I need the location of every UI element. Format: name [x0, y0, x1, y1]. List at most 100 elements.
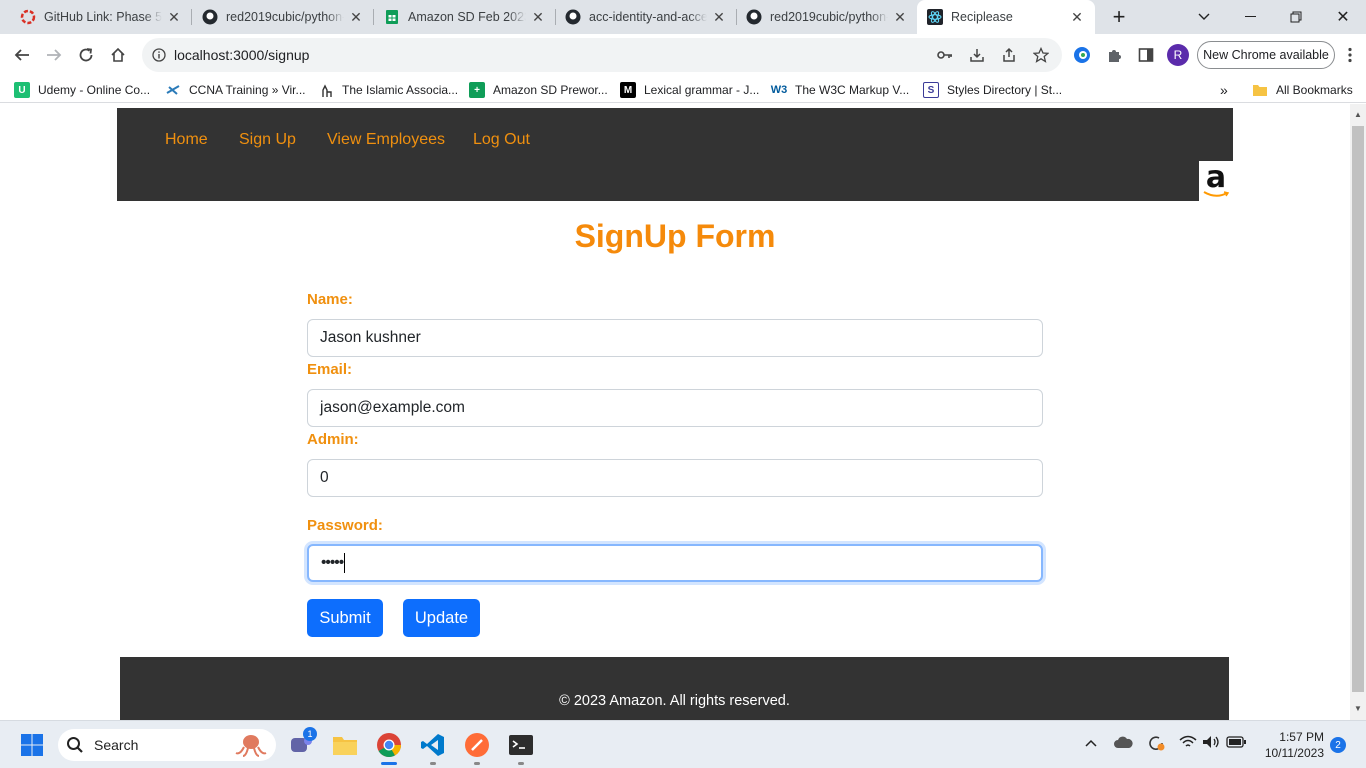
battery-icon[interactable] — [1226, 735, 1246, 751]
wifi-icon[interactable] — [1179, 735, 1197, 752]
profile-avatar[interactable]: R — [1162, 39, 1194, 71]
scroll-down-icon[interactable]: ▼ — [1354, 704, 1362, 713]
scrollbar-thumb[interactable] — [1352, 126, 1364, 692]
running-indicator — [474, 762, 480, 765]
nav-logout-link[interactable]: Log Out — [473, 131, 530, 149]
mdn-icon: M — [620, 82, 636, 98]
key-icon[interactable] — [932, 42, 958, 68]
more-bookmarks-chevron-icon[interactable]: » — [1220, 81, 1228, 99]
tab-5-active[interactable]: Reciplease ✕ — [917, 0, 1095, 34]
back-arrow-icon[interactable] — [6, 39, 38, 71]
clock-date: 10/11/2023 — [1264, 746, 1324, 760]
teams-badge: 1 — [303, 727, 317, 741]
teams-chat-icon[interactable]: 1 — [287, 727, 317, 759]
update-sync-icon[interactable] — [1147, 735, 1165, 754]
taskbar-search[interactable]: Search — [58, 729, 276, 761]
bookmark-w3c[interactable]: W3 The W3C Markup V... — [771, 81, 910, 99]
tab-title: Reciplease — [951, 10, 1013, 24]
vscode-icon[interactable] — [419, 731, 447, 765]
password-input[interactable]: ••••• — [307, 544, 1043, 582]
chrome-icon[interactable] — [375, 731, 403, 765]
close-icon[interactable]: ✕ — [348, 9, 364, 26]
bookmark-label: All Bookmarks — [1276, 83, 1353, 97]
onedrive-cloud-icon[interactable] — [1113, 735, 1133, 752]
circle-ring-icon — [20, 9, 36, 25]
close-icon[interactable]: ✕ — [530, 9, 546, 26]
system-clock[interactable]: 1:57 PM 10/11/2023 — [1262, 729, 1324, 761]
bookmark-label: Lexical grammar - J... — [644, 83, 760, 97]
update-button[interactable]: Update — [403, 599, 480, 637]
running-indicator — [430, 762, 436, 765]
forward-arrow-icon[interactable] — [38, 39, 70, 71]
bookmark-amazon-sd[interactable]: + Amazon SD Prewor... — [469, 81, 608, 99]
bookmark-label: Styles Directory | St... — [947, 83, 1063, 97]
bookmark-star-icon[interactable] — [1028, 42, 1054, 68]
bookmark-styles[interactable]: S Styles Directory | St... — [923, 81, 1062, 99]
menu-kebab-icon[interactable] — [1334, 39, 1366, 71]
extensions-puzzle-icon[interactable] — [1098, 39, 1130, 71]
tab-3[interactable]: acc-identity-and-acce ✕ — [557, 0, 735, 34]
tab-title: Amazon SD Feb 2023: — [408, 10, 526, 24]
reload-icon[interactable] — [70, 39, 102, 71]
admin-label: Admin: — [307, 431, 359, 448]
admin-value: 0 — [320, 469, 329, 486]
install-app-icon[interactable] — [964, 42, 990, 68]
window-close-icon[interactable]: ✕ — [1320, 0, 1366, 34]
new-tab-icon[interactable]: + — [1100, 0, 1138, 34]
url-text: localhost:3000/signup — [174, 47, 310, 63]
show-hidden-icons-chevron-icon[interactable] — [1084, 735, 1098, 751]
minimize-icon[interactable] — [1227, 0, 1273, 34]
close-icon[interactable]: ✕ — [166, 9, 182, 26]
terminal-icon[interactable] — [507, 731, 535, 765]
side-panel-icon[interactable] — [1130, 39, 1162, 71]
github-icon — [565, 9, 581, 25]
tab-strip: GitHub Link: Phase 5 P ✕ red2019cubic/py… — [0, 0, 1366, 34]
mosque-icon — [318, 82, 334, 98]
bookmark-label: The Islamic Associa... — [342, 83, 459, 97]
nav-home-link[interactable]: Home — [165, 131, 208, 149]
postman-icon[interactable] — [463, 731, 491, 765]
admin-input[interactable]: 0 — [307, 459, 1043, 497]
tab-1[interactable]: red2019cubic/python- ✕ — [194, 0, 372, 34]
scroll-up-icon[interactable]: ▲ — [1354, 110, 1362, 119]
close-icon[interactable]: ✕ — [1069, 9, 1085, 26]
email-value: jason@example.com — [320, 399, 465, 416]
close-icon[interactable]: ✕ — [711, 9, 727, 26]
email-label: Email: — [307, 361, 353, 378]
tab-title: red2019cubic/python- — [226, 10, 344, 24]
bookmark-lexical[interactable]: M Lexical grammar - J... — [620, 81, 759, 99]
tab-4[interactable]: red2019cubic/python- ✕ — [738, 0, 916, 34]
share-icon[interactable] — [996, 42, 1022, 68]
page-scrollbar[interactable]: ▲ ▼ — [1350, 104, 1366, 720]
all-bookmarks-folder[interactable]: All Bookmarks — [1252, 81, 1353, 99]
new-chrome-available-button[interactable]: New Chrome available — [1197, 41, 1335, 69]
home-icon[interactable] — [102, 39, 134, 71]
styles-icon: S — [923, 82, 939, 98]
octopus-decoration-icon — [234, 733, 268, 760]
footer-copyright: © 2023 Amazon. All rights reserved. — [559, 693, 790, 709]
site-info-icon[interactable] — [146, 42, 172, 68]
name-input[interactable]: Jason kushner — [307, 319, 1043, 357]
restore-icon[interactable] — [1273, 0, 1319, 34]
email-input[interactable]: jason@example.com — [307, 389, 1043, 427]
nav-signup-link[interactable]: Sign Up — [239, 131, 296, 149]
bookmark-label: Amazon SD Prewor... — [493, 83, 608, 97]
windows-taskbar: Search 1 1:57 PM 10/11/2023 2 — [0, 720, 1366, 768]
file-explorer-icon[interactable] — [331, 731, 359, 759]
submit-button[interactable]: Submit — [307, 599, 383, 637]
tab-search-chevron-icon[interactable] — [1181, 0, 1227, 34]
tab-0[interactable]: GitHub Link: Phase 5 P ✕ — [12, 0, 190, 34]
volume-icon[interactable] — [1202, 735, 1220, 752]
github-icon — [202, 9, 218, 25]
react-icon — [927, 9, 943, 25]
address-bar[interactable]: localhost:3000/signup — [142, 38, 1062, 72]
edge-extension-icon[interactable] — [1066, 39, 1098, 71]
tab-2[interactable]: Amazon SD Feb 2023: ✕ — [376, 0, 554, 34]
notification-badge[interactable]: 2 — [1330, 737, 1346, 753]
bookmark-ccna[interactable]: CCNA Training » Vir... — [165, 81, 306, 99]
bookmark-udemy[interactable]: U Udemy - Online Co... — [14, 81, 150, 99]
nav-view-employees-link[interactable]: View Employees — [327, 131, 445, 149]
close-icon[interactable]: ✕ — [892, 9, 908, 26]
bookmark-islamic[interactable]: The Islamic Associa... — [318, 81, 458, 99]
windows-start-icon[interactable] — [18, 731, 46, 759]
